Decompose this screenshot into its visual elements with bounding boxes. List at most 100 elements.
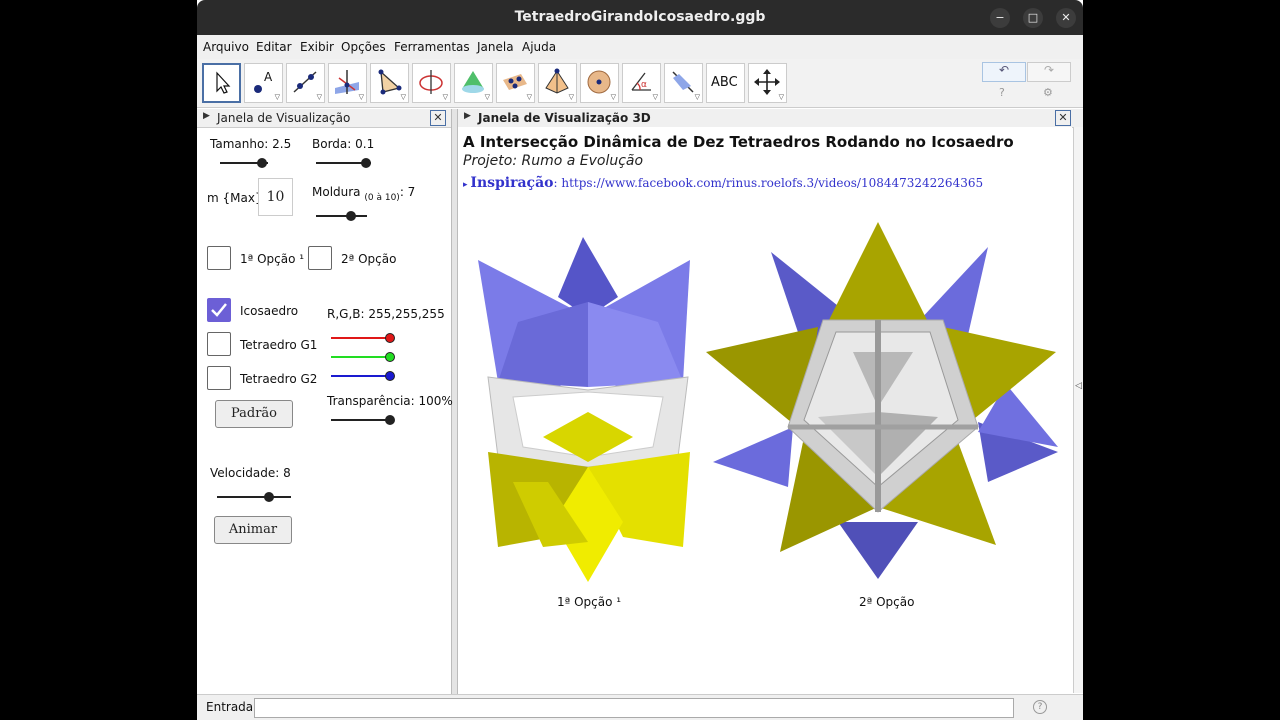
velocidade-slider[interactable] (217, 496, 291, 498)
settings-icon[interactable]: ⚙ (1043, 86, 1053, 99)
red-slider[interactable] (331, 337, 391, 339)
input-field[interactable] (254, 698, 1014, 718)
m-max-input[interactable]: 10 (258, 178, 293, 216)
circle-axis-icon (419, 70, 443, 94)
icosaedro-label: Icosaedro (240, 304, 299, 318)
reflect-tool[interactable]: ▽ (664, 63, 703, 103)
moldura-text: Moldura (312, 185, 361, 199)
menu-arquivo[interactable]: Arquivo (203, 40, 249, 54)
maximize-button[interactable]: □ (1023, 8, 1043, 28)
move-tool[interactable] (202, 63, 241, 103)
moldura-range: (0 à 10) (364, 193, 400, 203)
expand-arrow-icon[interactable]: ◁ (1075, 381, 1082, 391)
collapse-arrow-icon[interactable]: ▶ (464, 111, 471, 121)
opcao1-checkbox[interactable] (207, 246, 231, 270)
option2-polyhedron (706, 222, 1058, 579)
polyhedra-render (478, 222, 1058, 582)
cone-icon (462, 71, 484, 93)
green-slider-knob[interactable] (385, 352, 395, 362)
animar-button[interactable]: Animar (214, 516, 292, 544)
close-panel-icon[interactable]: ✕ (430, 110, 446, 126)
angle-icon: α (631, 72, 651, 91)
cone-tool[interactable]: ▽ (454, 63, 493, 103)
cursor-arrow-icon (216, 71, 231, 94)
tetraedro-g1-checkbox[interactable] (207, 332, 231, 356)
input-bar: Entrada: ? (197, 694, 1083, 720)
plane-icon (503, 74, 527, 90)
angle-tool[interactable]: α ▽ (622, 63, 661, 103)
moldura-value: : 7 (399, 185, 416, 199)
svg-text:A: A (264, 70, 273, 84)
pyramid-icon (545, 68, 569, 94)
transparencia-label: Transparência: 100% (327, 394, 453, 408)
option1-polyhedron (478, 237, 690, 582)
rgb-label: R,G,B: 255,255,255 (327, 307, 445, 321)
pyramid-tool[interactable]: ▽ (538, 63, 577, 103)
sphere-tool[interactable]: ▽ (580, 63, 619, 103)
opcao2-checkbox[interactable] (308, 246, 332, 270)
view3d-canvas[interactable]: A Intersecção Dinâmica de Dez Tetraedros… (458, 127, 1072, 693)
view3d-subtitle: Projeto: Rumo a Evolução (463, 153, 644, 169)
move-view-tool[interactable]: ▽ (748, 63, 787, 103)
tetraedro-g2-label: Tetraedro G2 (240, 372, 318, 386)
close-panel-icon[interactable]: ✕ (1055, 110, 1071, 126)
borda-slider-knob[interactable] (361, 158, 371, 168)
borda-label: Borda: 0.1 (312, 137, 375, 151)
help-icon[interactable]: ? (999, 86, 1005, 99)
polygon-icon (378, 69, 402, 95)
app-window: TetraedroGirandoIcosaedro.ggb − □ ✕ Arqu… (197, 0, 1083, 720)
redo-button[interactable]: ↷ (1027, 62, 1071, 82)
point-tool[interactable]: A ▽ (244, 63, 283, 103)
polygon-tool[interactable]: ▽ (370, 63, 409, 103)
blue-slider-knob[interactable] (385, 371, 395, 381)
move-view-icon (754, 69, 780, 95)
menu-janela[interactable]: Janela (477, 40, 514, 54)
blue-slider[interactable] (331, 375, 391, 377)
transparencia-slider-knob[interactable] (385, 415, 395, 425)
perpendicular-icon (335, 70, 359, 94)
text-tool[interactable]: ABC (706, 63, 745, 103)
tamanho-label: Tamanho: 2.5 (210, 137, 292, 151)
inspiracao-link[interactable]: : https://www.facebook.com/rinus.roelofs… (554, 176, 984, 190)
perpendicular-tool[interactable]: ▽ (328, 63, 367, 103)
side-collapse-strip[interactable]: ◁ (1073, 127, 1083, 693)
menu-exibir[interactable]: Exibir (300, 40, 334, 54)
plane-tool[interactable]: ▽ (496, 63, 535, 103)
velocidade-slider-knob[interactable] (264, 492, 274, 502)
tamanho-slider-knob[interactable] (257, 158, 267, 168)
minimize-button[interactable]: − (990, 8, 1010, 28)
input-help-icon[interactable]: ? (1033, 700, 1047, 714)
tetraedro-g2-checkbox[interactable] (207, 366, 231, 390)
moldura-label: Moldura (0 à 10): 7 (312, 185, 416, 203)
red-slider-knob[interactable] (385, 333, 395, 343)
text-tool-label: ABC (711, 75, 738, 90)
window-title: TetraedroGirandoIcosaedro.ggb (514, 9, 766, 25)
svg-text:α: α (641, 80, 647, 90)
green-slider[interactable] (331, 356, 391, 358)
caption-option2: 2ª Opção (859, 595, 915, 609)
menu-editar[interactable]: Editar (256, 40, 292, 54)
title-bar: TetraedroGirandoIcosaedro.ggb − □ ✕ (197, 0, 1083, 35)
moldura-slider[interactable] (316, 215, 367, 217)
view3d-header: ▶ Janela de Visualização 3D ✕ (458, 109, 1083, 128)
collapse-arrow-icon[interactable]: ▶ (203, 111, 210, 121)
undo-button[interactable]: ↶ (982, 62, 1026, 82)
padrao-button[interactable]: Padrão (215, 400, 293, 428)
transparencia-slider[interactable] (331, 419, 391, 421)
menu-ferramentas[interactable]: Ferramentas (394, 40, 470, 54)
menu-opcoes[interactable]: Opções (341, 40, 386, 54)
inspiracao-label: Inspiração (470, 175, 554, 191)
moldura-slider-knob[interactable] (346, 211, 356, 221)
view3d-title: A Intersecção Dinâmica de Dez Tetraedros… (463, 133, 1014, 151)
close-button[interactable]: ✕ (1056, 8, 1076, 28)
view3d-panel-title: Janela de Visualização 3D (478, 111, 651, 125)
reflect-icon (672, 71, 694, 93)
point-icon: A (254, 70, 273, 93)
left-panel-title: Janela de Visualização (217, 111, 351, 125)
menu-ajuda[interactable]: Ajuda (522, 40, 556, 54)
circle-tool[interactable]: ▽ (412, 63, 451, 103)
line-tool[interactable]: ▽ (286, 63, 325, 103)
icosaedro-checkbox[interactable] (207, 298, 231, 322)
left-panel-header: ▶ Janela de Visualização ✕ (197, 109, 451, 128)
velocidade-label: Velocidade: 8 (210, 466, 291, 480)
